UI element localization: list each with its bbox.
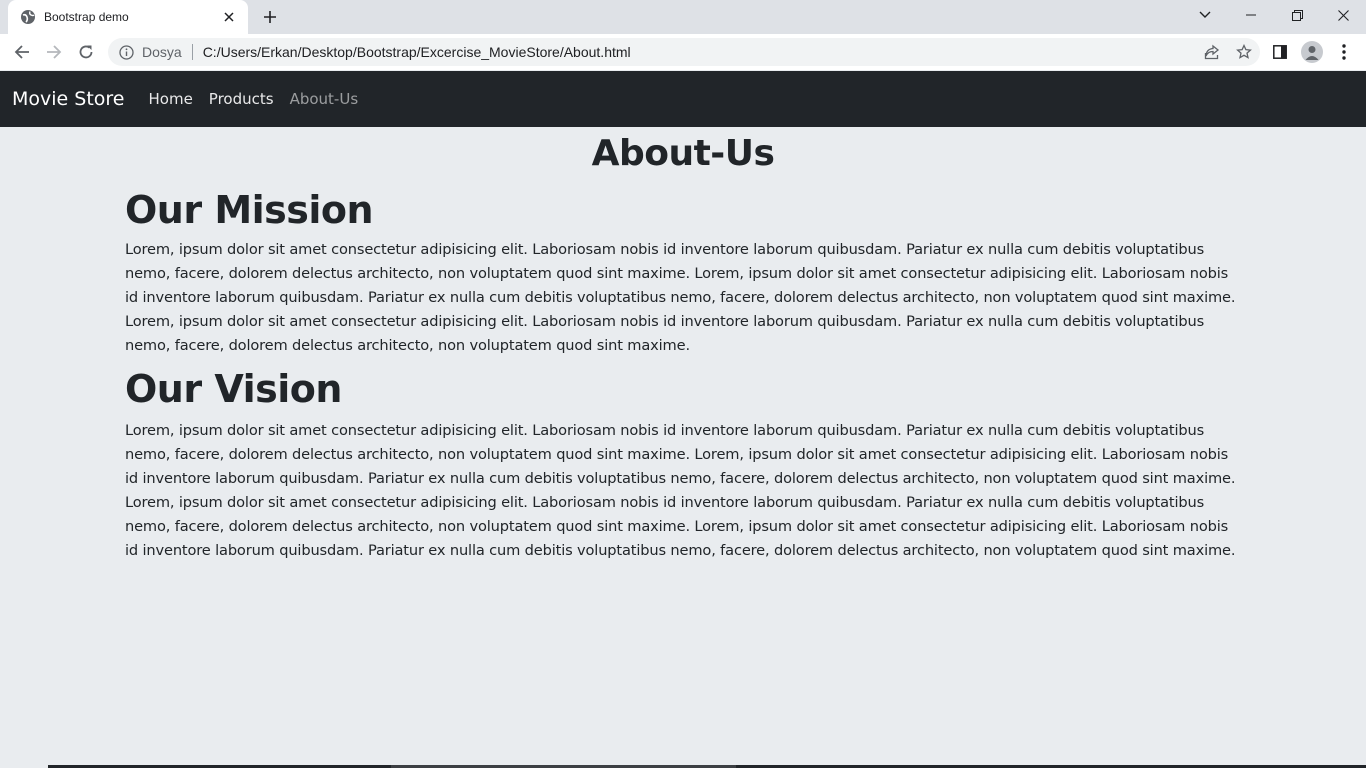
nav-link-home[interactable]: Home	[149, 90, 193, 108]
nav-link-products[interactable]: Products	[209, 90, 274, 108]
window-controls	[1182, 0, 1366, 34]
vision-text: Lorem, ipsum dolor sit amet consectetur …	[125, 422, 1236, 559]
browser-tab[interactable]: Bootstrap demo	[8, 0, 248, 34]
avatar	[1301, 41, 1323, 63]
close-icon	[1337, 9, 1349, 21]
chevron-down-icon	[1199, 11, 1211, 18]
address-bar[interactable]: Dosya C:/Users/Erkan/Desktop/Bootstrap/E…	[108, 38, 1260, 66]
minimize-button[interactable]	[1228, 0, 1274, 30]
profile-button[interactable]	[1296, 36, 1328, 68]
address-divider	[191, 44, 193, 60]
restore-icon	[1291, 9, 1303, 21]
plus-icon	[264, 11, 276, 23]
side-panel-button[interactable]	[1264, 36, 1296, 68]
reload-icon	[79, 45, 93, 59]
arrow-right-icon	[47, 45, 62, 59]
reload-button[interactable]	[70, 36, 102, 68]
restore-button[interactable]	[1274, 0, 1320, 30]
person-icon	[1305, 46, 1319, 60]
vision-heading: Our Vision	[125, 367, 342, 411]
forward-button[interactable]	[38, 36, 70, 68]
mission-heading: Our Mission	[125, 188, 374, 232]
share-icon[interactable]	[1196, 38, 1228, 66]
browser-menu-button[interactable]	[1328, 36, 1360, 68]
about-container: Our Mission Lorem, ipsum dolor sit amet …	[125, 188, 1241, 563]
info-icon[interactable]	[118, 44, 134, 60]
browser-toolbar: Dosya C:/Users/Erkan/Desktop/Bootstrap/E…	[0, 34, 1366, 70]
mission-text: Lorem, ipsum dolor sit amet consectetur …	[125, 241, 1236, 354]
browser-tab-strip: Bootstrap demo	[0, 0, 1366, 34]
back-button[interactable]	[6, 36, 38, 68]
site-navbar: Movie Store Home Products About-Us	[0, 71, 1366, 127]
page-content: About-Us Our Mission Lorem, ipsum dolor …	[0, 127, 1366, 563]
close-tab-icon[interactable]	[220, 8, 238, 26]
tab-search-button[interactable]	[1182, 0, 1228, 30]
new-tab-button[interactable]	[258, 6, 282, 28]
arrow-left-icon	[14, 45, 29, 59]
page-title: About-Us	[591, 133, 775, 174]
tab-title: Bootstrap demo	[44, 10, 129, 24]
globe-icon	[20, 9, 36, 25]
navbar-brand[interactable]: Movie Store	[12, 88, 125, 110]
bookmark-star-icon[interactable]	[1228, 38, 1260, 66]
more-vertical-icon	[1342, 44, 1346, 60]
side-panel-icon	[1273, 45, 1287, 59]
scheme-label: Dosya	[142, 44, 182, 60]
minimize-icon	[1246, 14, 1256, 16]
toolbar-right-actions	[1264, 36, 1360, 68]
url-text[interactable]: C:/Users/Erkan/Desktop/Bootstrap/Excerci…	[203, 44, 1196, 60]
nav-link-about-us[interactable]: About-Us	[290, 90, 359, 108]
close-window-button[interactable]	[1320, 0, 1366, 30]
